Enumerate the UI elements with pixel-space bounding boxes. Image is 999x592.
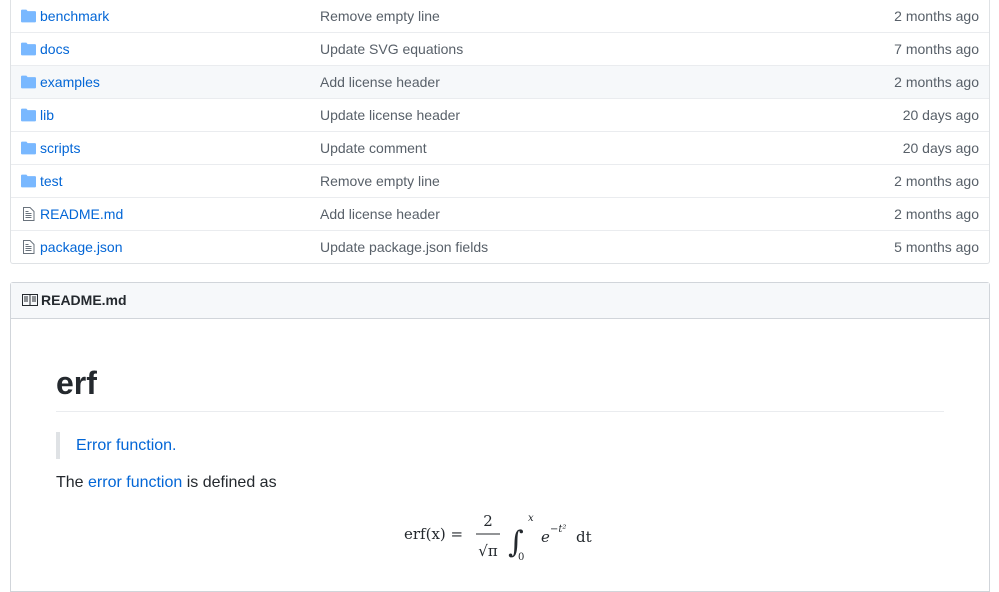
file-text-icon (23, 240, 35, 254)
equation-denominator: √π (478, 542, 498, 560)
file-name-link[interactable]: test (40, 173, 63, 189)
commit-message[interactable]: Update SVG equations (320, 41, 463, 57)
paragraph: The error function is defined as (56, 474, 277, 492)
error-function-wiki-link[interactable]: error function (88, 474, 182, 491)
integrand-base: e (541, 528, 550, 546)
readme-panel: README.md erf Error function. The error … (10, 282, 990, 592)
file-name-link[interactable]: lib (40, 107, 54, 123)
file-name-link[interactable]: docs (40, 41, 70, 57)
paragraph-text: The (56, 474, 89, 491)
commit-message[interactable]: Add license header (320, 206, 440, 222)
commit-age: 2 months ago (894, 173, 979, 189)
folder-icon (21, 9, 36, 23)
file-row[interactable]: benchmark Remove empty line 2 months ago (11, 0, 989, 32)
folder-icon (21, 75, 36, 89)
commit-age: 2 months ago (894, 206, 979, 222)
folder-icon (21, 108, 36, 122)
folder-icon (21, 42, 36, 56)
equation-differential: dt (576, 528, 592, 546)
folder-icon (21, 174, 36, 188)
error-function-link[interactable]: Error function. (76, 437, 176, 454)
commit-age: 7 months ago (894, 41, 979, 57)
readme-title: README.md (41, 292, 127, 308)
commit-age: 20 days ago (902, 140, 979, 156)
integral-upper-limit: x (528, 513, 534, 524)
commit-age: 5 months ago (894, 239, 979, 255)
blockquote: Error function. (56, 432, 176, 459)
commit-message[interactable]: Update comment (320, 140, 427, 156)
equation-lhs: erf(x) = (404, 525, 463, 543)
erf-equation: erf(x) = 2 √π ∫ x 0 e −t² dt (404, 512, 592, 563)
file-row[interactable]: lib Update license header 20 days ago (11, 98, 989, 131)
commit-message[interactable]: Remove empty line (320, 173, 440, 189)
commit-age: 20 days ago (902, 107, 979, 123)
file-row[interactable]: examples Add license header 2 months ago (11, 65, 989, 98)
equation-numerator: 2 (483, 512, 493, 530)
integrand-exponent: −t² (550, 524, 566, 535)
commit-message[interactable]: Update package.json fields (320, 239, 488, 255)
file-row[interactable]: scripts Update comment 20 days ago (11, 131, 989, 164)
commit-age: 2 months ago (894, 8, 979, 24)
file-name-link[interactable]: package.json (40, 239, 123, 255)
commit-message[interactable]: Remove empty line (320, 8, 440, 24)
file-name-link[interactable]: examples (40, 74, 100, 90)
file-name-link[interactable]: benchmark (40, 8, 109, 24)
commit-age: 2 months ago (894, 74, 979, 90)
paragraph-text: is defined as (182, 474, 277, 491)
file-name-link[interactable]: scripts (40, 140, 80, 156)
readme-header: README.md (11, 283, 989, 319)
commit-message[interactable]: Update license header (320, 107, 460, 123)
file-row[interactable]: test Remove empty line 2 months ago (11, 164, 989, 197)
file-text-icon (23, 207, 35, 221)
file-table: benchmark Remove empty line 2 months ago… (10, 0, 990, 264)
integral-lower-limit: 0 (518, 552, 524, 563)
book-icon (22, 294, 38, 306)
file-row[interactable]: docs Update SVG equations 7 months ago (11, 32, 989, 65)
folder-icon (21, 141, 36, 155)
file-row[interactable]: package.json Update package.json fields … (11, 230, 989, 263)
readme-heading: erf (56, 367, 944, 412)
file-name-link[interactable]: README.md (40, 206, 123, 222)
file-row[interactable]: README.md Add license header 2 months ag… (11, 197, 989, 230)
commit-message[interactable]: Add license header (320, 74, 440, 90)
